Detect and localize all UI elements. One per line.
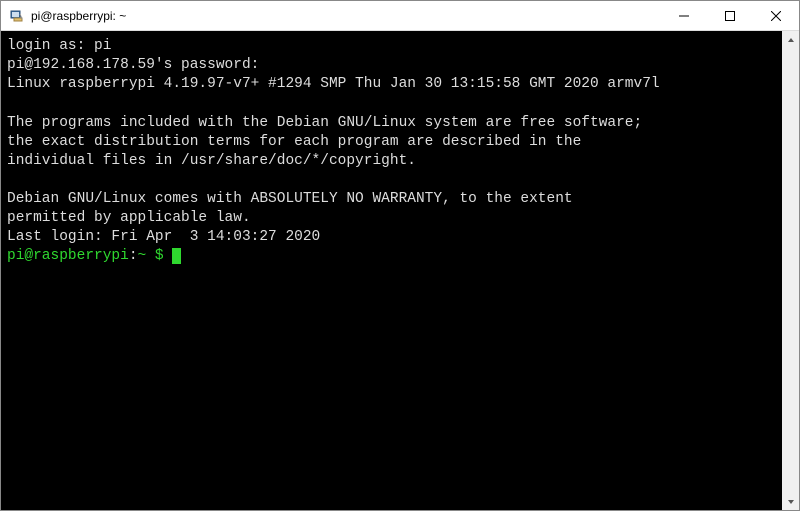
- prompt-sep: :: [129, 248, 138, 264]
- terminal-line: login as: pi: [7, 38, 111, 54]
- minimize-button[interactable]: [661, 1, 707, 30]
- prompt-user-host: pi@raspberrypi: [7, 248, 129, 264]
- terminal-line: Linux raspberrypi 4.19.97-v7+ #1294 SMP …: [7, 76, 660, 92]
- terminal-line: Last login: Fri Apr 3 14:03:27 2020: [7, 229, 320, 245]
- putty-icon: [9, 8, 25, 24]
- terminal-output[interactable]: login as: pi pi@192.168.178.59's passwor…: [1, 31, 782, 510]
- prompt-path: ~ $: [138, 248, 173, 264]
- vertical-scrollbar[interactable]: [782, 31, 799, 510]
- terminal-line: individual files in /usr/share/doc/*/cop…: [7, 153, 416, 169]
- window-title: pi@raspberrypi: ~: [31, 9, 126, 23]
- scroll-track[interactable]: [782, 48, 799, 493]
- terminal-line: Debian GNU/Linux comes with ABSOLUTELY N…: [7, 191, 573, 207]
- terminal-line: The programs included with the Debian GN…: [7, 115, 642, 131]
- terminal-line: permitted by applicable law.: [7, 210, 251, 226]
- maximize-button[interactable]: [707, 1, 753, 30]
- terminal-window: pi@raspberrypi: ~ login as: pi pi@192.16…: [0, 0, 800, 511]
- terminal-line: pi@192.168.178.59's password:: [7, 57, 259, 73]
- terminal-line: the exact distribution terms for each pr…: [7, 134, 581, 150]
- cursor-icon: [172, 248, 181, 264]
- scroll-down-button[interactable]: [782, 493, 799, 510]
- scroll-up-button[interactable]: [782, 31, 799, 48]
- titlebar[interactable]: pi@raspberrypi: ~: [1, 1, 799, 31]
- close-button[interactable]: [753, 1, 799, 30]
- terminal-area: login as: pi pi@192.168.178.59's passwor…: [1, 31, 799, 510]
- window-buttons: [661, 1, 799, 30]
